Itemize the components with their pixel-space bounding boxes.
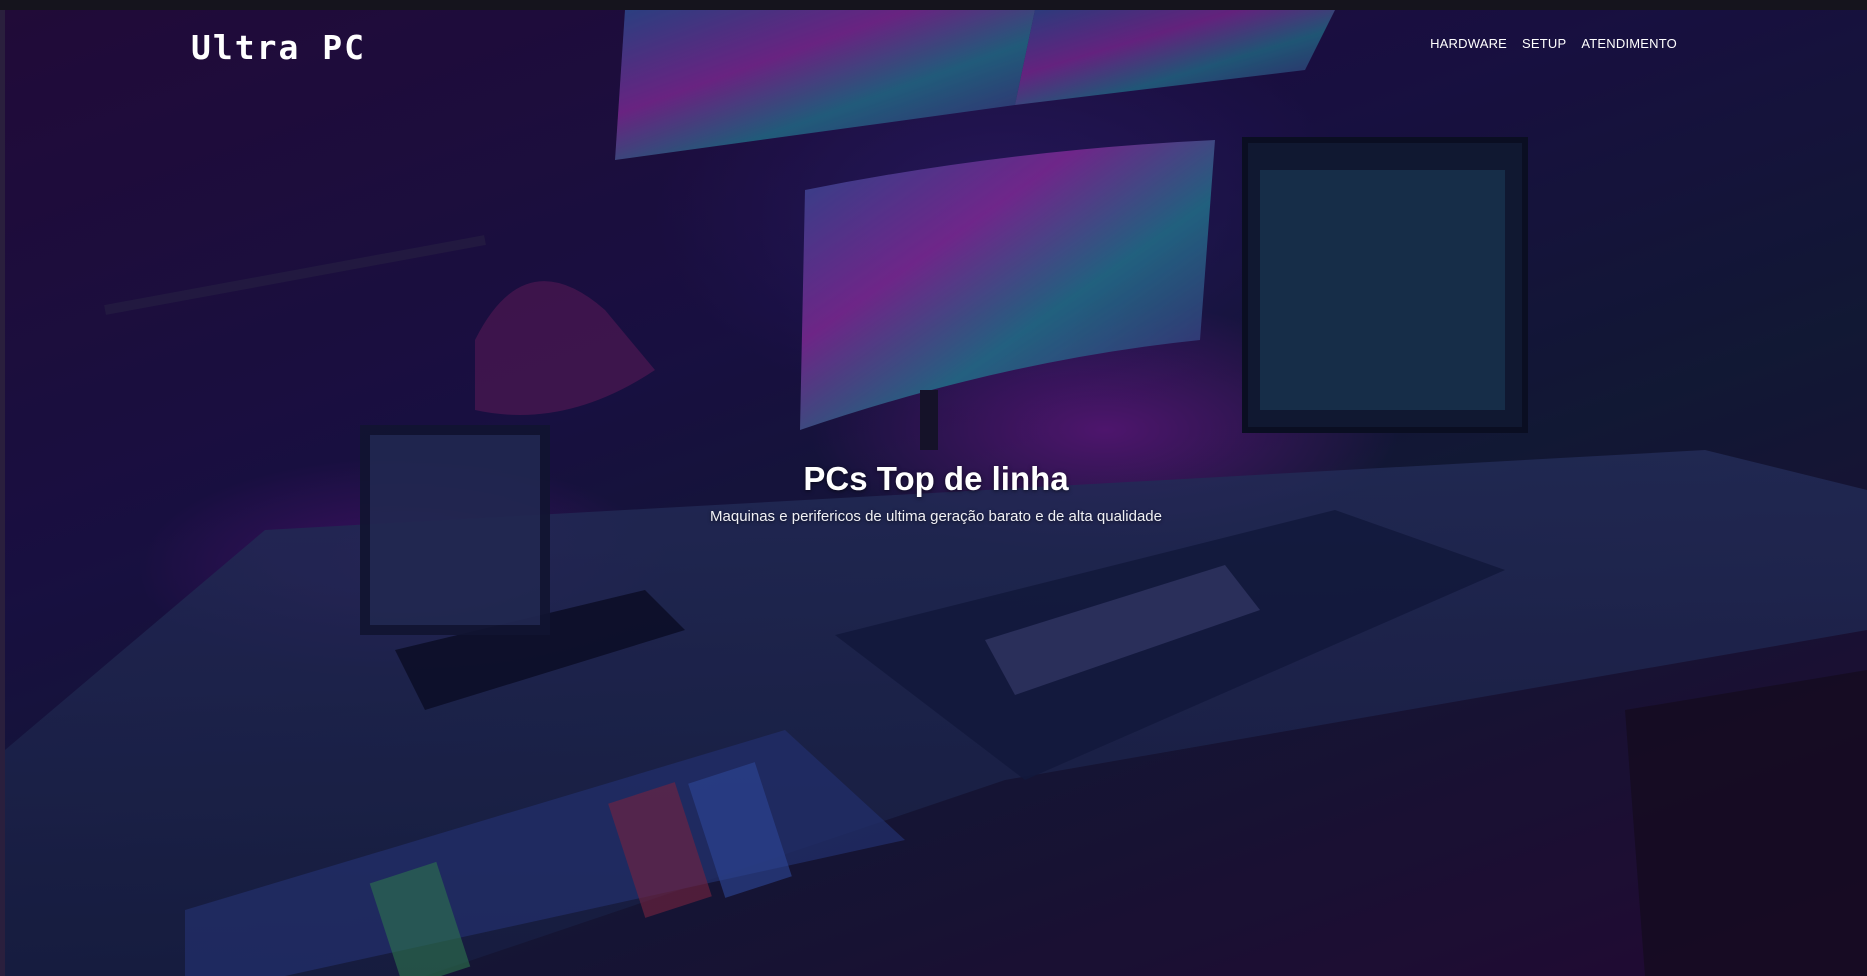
site-header: Ultra PC HARDWARE SETUP ATENDIMENTO (5, 10, 1867, 80)
hero-title: PCs Top de linha (803, 460, 1069, 497)
main-nav: HARDWARE SETUP ATENDIMENTO (1430, 36, 1677, 51)
hero-section: Ultra PC HARDWARE SETUP ATENDIMENTO PCs … (5, 10, 1867, 976)
hero-subtitle: Maquinas e perifericos de ultima geração… (710, 508, 1162, 525)
brand-logo[interactable]: Ultra PC (191, 28, 366, 67)
nav-link-atendimento[interactable]: ATENDIMENTO (1581, 36, 1677, 51)
nav-link-setup[interactable]: SETUP (1522, 36, 1566, 51)
nav-link-hardware[interactable]: HARDWARE (1430, 36, 1507, 51)
window-top-strip (0, 0, 1867, 10)
hero-text-block: PCs Top de linha Maquinas e perifericos … (5, 460, 1867, 525)
